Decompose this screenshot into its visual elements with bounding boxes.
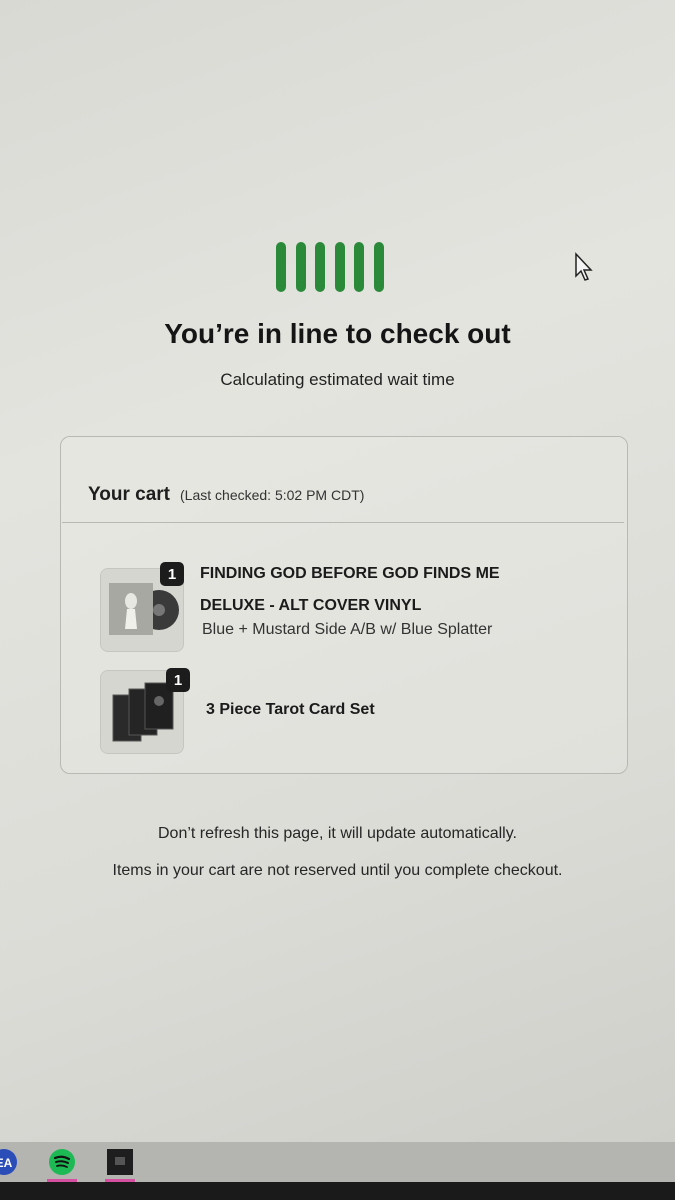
quantity-badge: 1 — [160, 562, 184, 586]
checkout-queue-page: You’re in line to check out Calculating … — [0, 0, 675, 1142]
wait-time-status: Calculating estimated wait time — [220, 370, 455, 389]
item-name-line2: DELUXE - ALT COVER VINYL — [200, 597, 422, 614]
item-name: 3 Piece Tarot Card Set — [206, 701, 375, 718]
window-app-icon[interactable] — [106, 1148, 134, 1176]
spotify-icon[interactable] — [48, 1148, 76, 1176]
page-title: You’re in line to check out — [164, 318, 511, 349]
cart-header: Your cart (Last checked: 5:02 PM CDT) — [88, 484, 364, 506]
item-variant: Blue + Mustard Side A/B w/ Blue Splatter — [202, 621, 493, 638]
cart-last-checked: (Last checked: 5:02 PM CDT) — [180, 487, 365, 503]
mouse-cursor-icon — [575, 252, 593, 281]
refresh-notice: Don’t refresh this page, it will update … — [158, 825, 517, 842]
quantity-badge: 1 — [166, 668, 190, 692]
svg-text:EA: EA — [0, 1156, 13, 1170]
cart-divider — [62, 522, 624, 523]
taskbar: EA — [0, 1142, 675, 1182]
reservation-notice: Items in your cart are not reserved unti… — [112, 862, 563, 879]
ea-app-icon[interactable]: EA — [0, 1148, 18, 1176]
queue-bars-icon — [276, 242, 384, 294]
cart-title: Your cart — [88, 484, 171, 505]
item-name-line1: FINDING GOD BEFORE GOD FINDS ME — [200, 565, 500, 582]
monitor-bezel — [0, 1182, 675, 1200]
